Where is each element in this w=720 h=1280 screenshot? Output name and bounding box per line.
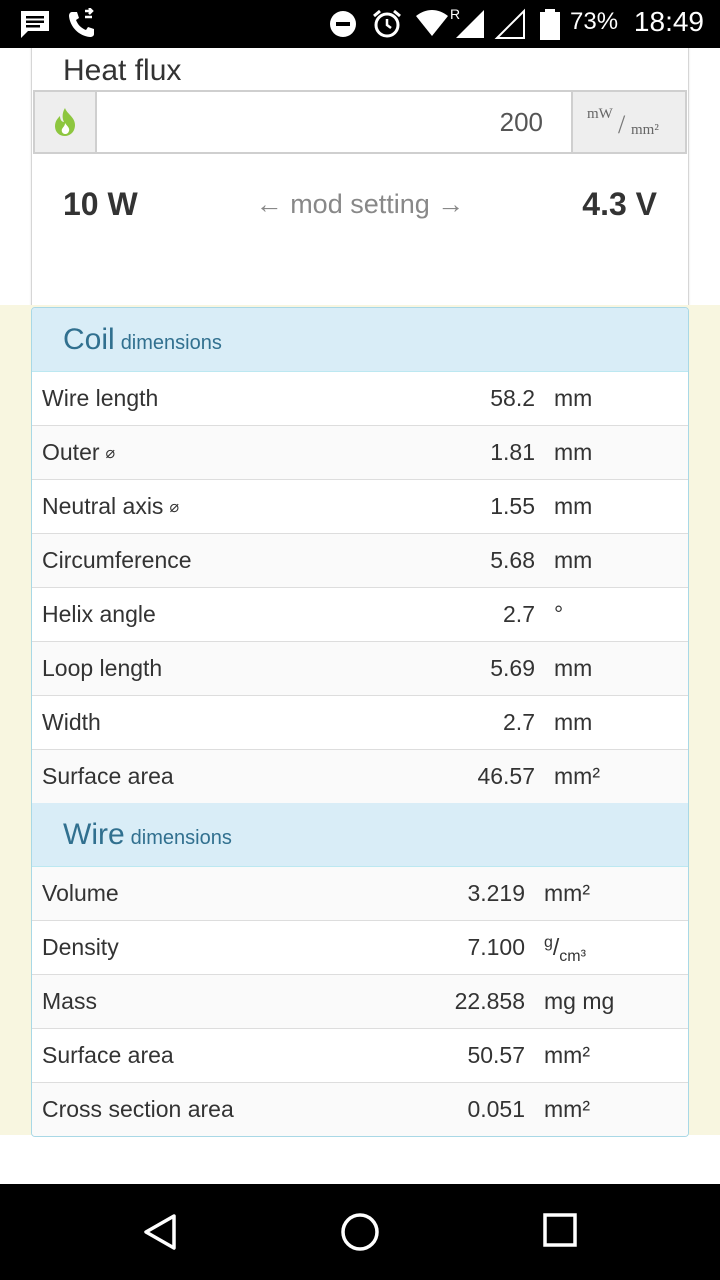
row-value: 3.219 xyxy=(467,880,525,906)
row-label: Outer xyxy=(42,439,100,465)
row-value: 5.69 xyxy=(490,655,535,681)
row-value: 58.2 xyxy=(490,385,535,411)
coil-heading-subtitle: dimensions xyxy=(120,332,222,354)
flame-icon xyxy=(55,108,75,136)
table-row: Surface area 50.57 mm² xyxy=(32,1028,688,1082)
table-row: Width 2.7 mm xyxy=(32,695,688,749)
row-unit: mm xyxy=(554,547,593,573)
row-value: 22.858 xyxy=(454,988,525,1014)
row-unit: mm² xyxy=(544,1042,590,1068)
clock: 18:49 xyxy=(633,6,704,37)
row-value: 2.7 xyxy=(503,709,535,735)
dimensions-section: Coil dimensions Wire length 58.2 mm Outer… xyxy=(0,305,720,1137)
unit-numerator: mW xyxy=(587,106,613,122)
battery-percent: 73% xyxy=(570,8,619,35)
row-unit: mm² xyxy=(544,1096,590,1122)
row-unit: mg mg xyxy=(544,988,615,1014)
row-unit: g/cm³ xyxy=(544,934,586,966)
row-value: 46.57 xyxy=(477,763,535,789)
unit-denominator: mm² xyxy=(631,122,659,138)
volts-value: 4.3 V xyxy=(582,185,657,222)
row-unit: mm xyxy=(554,493,593,519)
row-value: 0.051 xyxy=(467,1096,525,1122)
row-unit: mm xyxy=(554,385,593,411)
table-row: Loop length 5.69 mm xyxy=(32,641,688,695)
coil-heading-title: Coil xyxy=(63,323,115,356)
signal-icon xyxy=(456,10,484,38)
row-unit: mm xyxy=(554,655,593,681)
signal-empty-icon xyxy=(494,8,525,39)
flame-addon xyxy=(35,92,97,152)
row-value: 2.7 xyxy=(503,601,535,627)
heat-flux-input-group: mW / mm² xyxy=(33,90,687,154)
alarm-icon xyxy=(373,9,401,38)
dimensions-panel: Coil dimensions Wire length 58.2 mm Outer… xyxy=(31,307,689,1137)
row-value: 1.55 xyxy=(490,493,535,519)
table-row: Surface area 46.57 mm² xyxy=(32,749,688,803)
row-value: 5.68 xyxy=(490,547,535,573)
table-row: Volume 3.219 mm² xyxy=(32,867,688,920)
diameter-icon: ⌀ xyxy=(105,445,116,462)
page-content: Heat flux mW / mm² 10 W ← mod setting → … xyxy=(0,48,720,1184)
row-label: Surface area xyxy=(42,1042,174,1068)
mod-setting-label: ← mod setting → xyxy=(255,188,465,219)
heat-flux-title: Heat flux xyxy=(63,54,182,87)
coil-panel-heading: Coil dimensions xyxy=(32,308,688,372)
wire-panel-heading: Wire dimensions xyxy=(32,803,688,867)
heat-flux-input[interactable] xyxy=(97,92,571,152)
table-row: Cross section area 0.051 mm² xyxy=(32,1082,688,1136)
table-row: Neutral axis ⌀ 1.55 mm xyxy=(32,479,688,533)
table-row: Outer ⌀ 1.81 mm xyxy=(32,425,688,479)
row-label: Volume xyxy=(42,880,119,906)
row-label: Neutral axis xyxy=(42,493,164,519)
row-value: 1.81 xyxy=(490,439,535,465)
phone-forward-icon xyxy=(69,8,94,37)
row-label: Cross section area xyxy=(42,1096,234,1122)
navigation-bar xyxy=(0,1184,720,1280)
unit-numerator: g xyxy=(544,934,553,951)
table-row: Wire length 58.2 mm xyxy=(32,372,688,425)
home-icon[interactable] xyxy=(340,1212,380,1252)
row-label: Helix angle xyxy=(42,601,156,627)
watts-value: 10 W xyxy=(63,185,138,222)
status-bar: R 73% 18:49 xyxy=(0,0,720,48)
row-label: Mass xyxy=(42,988,97,1014)
diameter-icon: ⌀ xyxy=(169,499,180,516)
do-not-disturb-icon xyxy=(330,11,356,37)
row-unit: mm xyxy=(554,709,593,735)
row-label: Loop length xyxy=(42,655,163,681)
battery-icon xyxy=(540,9,560,40)
table-row: Density 7.100 g/cm³ xyxy=(32,920,688,974)
row-label: Surface area xyxy=(42,763,174,789)
unit-denominator: cm³ xyxy=(559,948,586,965)
row-label: Circumference xyxy=(42,547,192,573)
wire-heading-subtitle: dimensions xyxy=(130,827,232,849)
row-unit: mm xyxy=(554,439,593,465)
row-label: Density xyxy=(42,934,119,960)
recent-apps-icon[interactable] xyxy=(542,1212,578,1248)
row-unit: ° xyxy=(554,601,564,627)
mod-setting-row: 10 W ← mod setting → 4.3 V xyxy=(32,154,688,254)
row-value: 50.57 xyxy=(467,1042,525,1068)
wire-heading-title: Wire xyxy=(63,818,125,851)
wifi-icon xyxy=(416,10,448,36)
heat-flux-card: Heat flux mW / mm² 10 W ← mod setting → … xyxy=(31,48,689,313)
table-row: Mass 22.858 mg mg xyxy=(32,974,688,1028)
table-row: Circumference 5.68 mm xyxy=(32,533,688,587)
row-label: Width xyxy=(42,709,101,735)
heat-flux-unit: mW / mm² xyxy=(571,92,685,152)
message-icon xyxy=(21,11,49,38)
row-unit: mm² xyxy=(554,763,600,789)
back-icon[interactable] xyxy=(140,1212,180,1252)
unit-slash: / xyxy=(618,110,626,139)
table-row: Helix angle 2.7 ° xyxy=(32,587,688,641)
row-label: Wire length xyxy=(42,385,159,411)
row-value: 7.100 xyxy=(467,934,525,960)
row-unit: mm² xyxy=(544,880,590,906)
